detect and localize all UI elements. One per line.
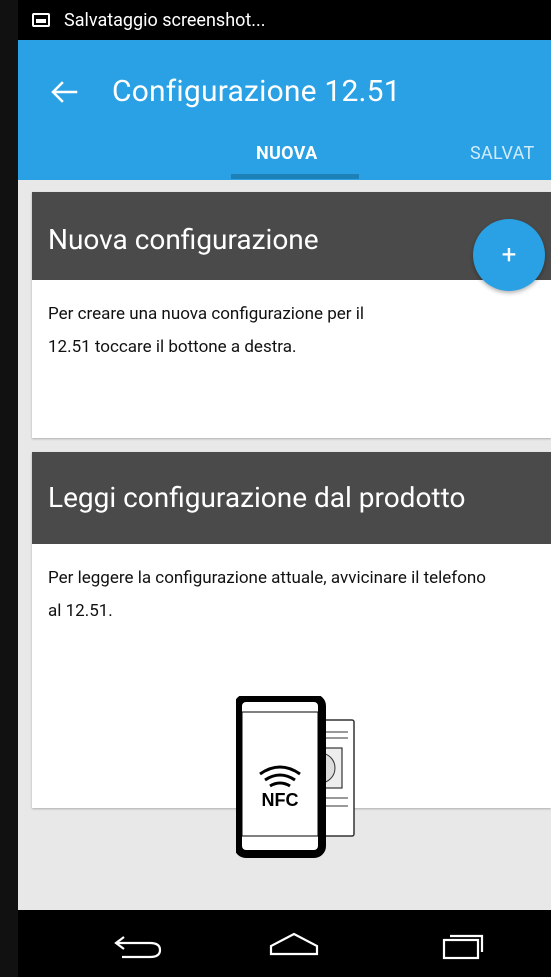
card-body: Per leggere la configurazione attuale, a… (32, 544, 551, 628)
page-title: Configurazione 12.51 (112, 74, 401, 109)
read-configuration-card: Leggi configurazione dal prodotto Per le… (32, 452, 551, 858)
app-bar: Configurazione 12.51 NUOVA SALVAT (18, 40, 551, 180)
status-bar-text: Salvataggio screenshot... (64, 9, 266, 31)
navigation-bar (18, 910, 551, 977)
screenshot-icon (32, 13, 50, 27)
card-body: Per creare una nuova configurazione per … (32, 280, 551, 364)
card-text-line: Per leggere la configurazione attuale, a… (48, 568, 486, 588)
tab-indicator (231, 174, 359, 179)
nav-back-icon[interactable] (94, 910, 184, 977)
add-configuration-button[interactable]: + (473, 219, 545, 291)
nav-recents-icon[interactable] (420, 910, 510, 977)
phone-screen: Salvataggio screenshot... Configurazione… (18, 0, 551, 977)
status-bar: Salvataggio screenshot... (18, 0, 551, 40)
tab-nuova[interactable]: NUOVA (256, 143, 317, 164)
card-text-line: al 12.51. (48, 601, 113, 621)
nfc-phone-illustration: NFC (234, 694, 366, 870)
nfc-label: NFC (262, 790, 299, 810)
new-configuration-card: Nuova configurazione Per creare una nuov… (32, 192, 551, 438)
card-title: Nuova configurazione (32, 192, 551, 280)
back-arrow-icon[interactable] (50, 78, 78, 106)
card-text-line: 12.51 toccare il bottone a destra. (48, 337, 297, 357)
card-title: Leggi configurazione dal prodotto (32, 452, 551, 544)
card-text-line: Per creare una nuova configurazione per … (48, 304, 365, 324)
nav-home-icon[interactable] (249, 910, 339, 977)
tab-salvate[interactable]: SALVAT (470, 143, 535, 164)
